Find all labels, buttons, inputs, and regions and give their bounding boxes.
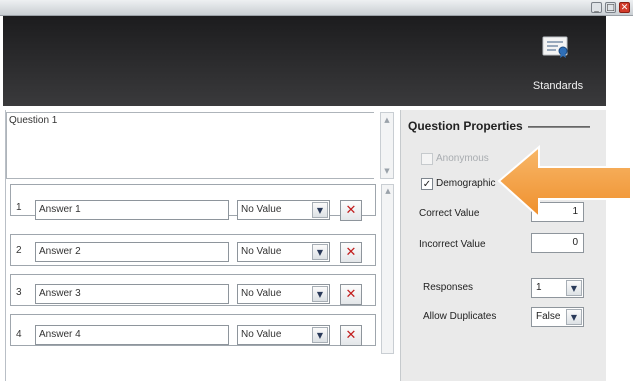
- responses-label: Responses: [423, 282, 474, 293]
- delete-answer-button[interactable]: ✕: [340, 325, 362, 346]
- answer-input[interactable]: Answer 4: [35, 325, 229, 345]
- maximize-button[interactable]: □: [605, 2, 616, 13]
- answer-value-text: No Value: [241, 288, 282, 299]
- anonymous-checkbox[interactable]: [421, 153, 433, 165]
- answer-number: 4: [16, 329, 22, 340]
- toolbar: [3, 16, 606, 106]
- answer-number: 1: [16, 202, 22, 213]
- chevron-down-icon[interactable]: ▼: [312, 327, 328, 343]
- chevron-down-icon[interactable]: ▼: [566, 309, 582, 325]
- standards-icon[interactable]: [541, 36, 571, 58]
- scroll-down-icon[interactable]: ▼: [381, 166, 393, 176]
- answer-input[interactable]: Answer 1: [35, 200, 229, 220]
- question-text-area[interactable]: [6, 112, 374, 179]
- chevron-down-icon[interactable]: ▼: [312, 202, 328, 218]
- answer-value-text: No Value: [241, 329, 282, 340]
- responses-value: 1: [536, 282, 542, 293]
- answer-value-select[interactable]: No Value ▼: [237, 200, 330, 220]
- answer-number: 3: [16, 287, 22, 298]
- standards-label[interactable]: Standards: [530, 80, 586, 92]
- incorrect-value-input[interactable]: 0: [531, 233, 584, 253]
- window-titlebar: [0, 0, 633, 16]
- question-text: Question 1: [9, 115, 58, 126]
- answer-value-select[interactable]: No Value ▼: [237, 242, 330, 262]
- demographic-label: Demographic: [436, 178, 496, 189]
- answer-value-text: No Value: [241, 204, 282, 215]
- responses-select[interactable]: 1 ▼: [531, 278, 584, 298]
- question-scrollbar[interactable]: ▲ ▼: [380, 112, 394, 179]
- answer-number: 2: [16, 245, 22, 256]
- scroll-up-icon[interactable]: ▲: [382, 186, 394, 196]
- allow-duplicates-label: Allow Duplicates: [423, 311, 497, 322]
- allow-duplicates-select[interactable]: False ▼: [531, 307, 584, 327]
- answer-input[interactable]: Answer 2: [35, 242, 229, 262]
- delete-answer-button[interactable]: ✕: [340, 200, 362, 221]
- close-button[interactable]: ✕: [619, 2, 630, 13]
- chevron-down-icon[interactable]: ▼: [566, 280, 582, 296]
- answers-scrollbar[interactable]: ▲: [381, 184, 394, 354]
- chevron-down-icon[interactable]: ▼: [312, 244, 328, 260]
- answer-value-select[interactable]: No Value ▼: [237, 284, 330, 304]
- minimize-button[interactable]: _: [591, 2, 602, 13]
- answer-input[interactable]: Answer 3: [35, 284, 229, 304]
- correct-value-label: Correct Value: [419, 208, 480, 219]
- answer-value-text: No Value: [241, 246, 282, 257]
- allow-duplicates-value: False: [536, 311, 561, 322]
- properties-title: Question Properties: [408, 119, 523, 133]
- scroll-up-icon[interactable]: ▲: [381, 115, 393, 125]
- anonymous-label: Anonymous: [436, 153, 489, 164]
- delete-answer-button[interactable]: ✕: [340, 242, 362, 263]
- title-divider: [528, 126, 590, 128]
- chevron-down-icon[interactable]: ▼: [312, 286, 328, 302]
- delete-answer-button[interactable]: ✕: [340, 284, 362, 305]
- callout-arrow-icon: [495, 143, 633, 220]
- demographic-checkbox[interactable]: ✓: [421, 178, 433, 190]
- answer-value-select[interactable]: No Value ▼: [237, 325, 330, 345]
- incorrect-value-label: Incorrect Value: [419, 239, 486, 250]
